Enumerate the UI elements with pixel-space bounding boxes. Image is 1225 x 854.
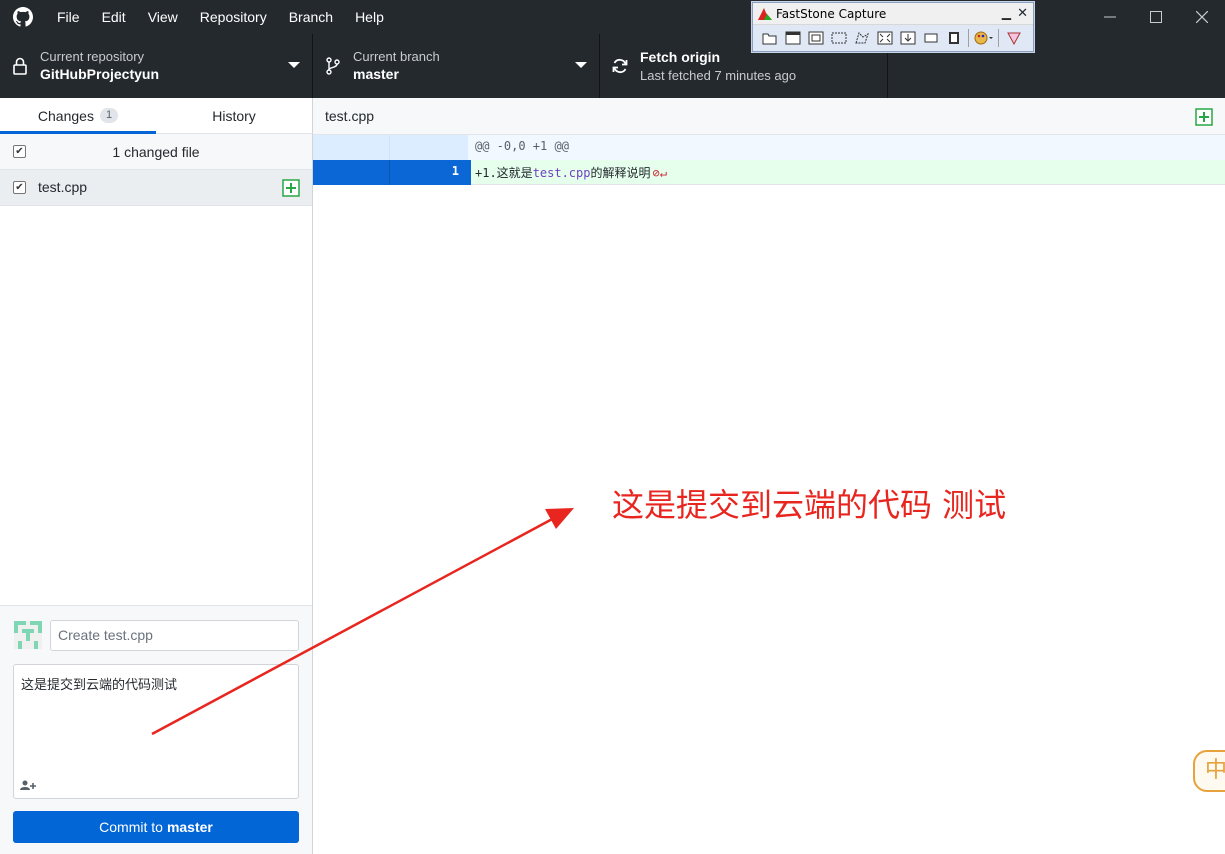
capture-fullscreen-icon[interactable] [873,28,896,48]
file-added-icon [282,179,300,197]
add-coauthor-icon[interactable] [20,780,36,790]
menu-repository[interactable]: Repository [189,0,278,34]
menu-edit[interactable]: Edit [91,0,137,34]
faststone-tools [753,24,1033,51]
title-bar: File Edit View Repository Branch Help [0,0,1225,34]
faststone-minimize-button[interactable]: ▁ [1002,6,1011,20]
commit-summary-input[interactable]: Create test.cpp [50,620,299,651]
menu-file[interactable]: File [46,0,91,34]
ime-indicator[interactable]: 中 [1193,750,1225,792]
capture-freehand-icon[interactable] [850,28,873,48]
branch-label: Current branch [353,49,440,64]
file-name: test.cpp [38,179,88,195]
file-include-checkbox[interactable]: ✔ [13,181,26,194]
tab-history[interactable]: History [156,98,312,133]
faststone-close-button[interactable]: ✕ [1017,5,1028,21]
diff-header: test.cpp [313,98,1225,135]
avatar [14,621,42,649]
repository-label: Current repository [40,49,145,64]
git-branch-icon [313,57,353,75]
screen-recorder-icon[interactable] [942,28,965,48]
minimize-window-button[interactable] [1087,0,1133,34]
maximize-window-button[interactable] [1133,0,1179,34]
menu-help[interactable]: Help [344,0,395,34]
current-branch-dropdown[interactable]: Current branch master [313,34,600,98]
maximize-icon [1150,11,1162,23]
faststone-title: FastStone Capture [776,6,887,21]
commit-button-branch: master [166,819,213,835]
changes-sidebar: Changes 1 History ✔ 1 changed file ✔ tes… [0,98,313,854]
no-newline-marker-icon: ⊘↵ [652,166,667,180]
capture-window-icon[interactable] [781,28,804,48]
file-list-item[interactable]: ✔ test.cpp [0,170,312,206]
commit-button[interactable]: Commit to master [13,811,299,843]
faststone-title-bar[interactable]: FastStone Capture ▁ ✕ [753,3,1033,24]
diff-view: test.cpp @@ -0,0 +1 @@ 1 +1.这就是test.cpp的… [313,98,1225,854]
added-line-text: +1.这就是test.cpp的解释说明 ⊘↵ [475,166,667,180]
file-added-icon [1195,108,1213,126]
window-controls [1087,0,1225,34]
commit-description-text: 这是提交到云端的代码测试 [21,678,178,693]
commit-description-input[interactable]: 这是提交到云端的代码测试 [13,664,299,799]
toolbar-separator [968,29,969,47]
branch-name: master [353,66,399,82]
chevron-down-icon [575,62,587,68]
diff-file-name: test.cpp [325,108,375,124]
lock-icon [0,57,40,75]
annotation-text: 这是提交到云端的代码 测试 [612,486,1007,524]
new-line-number: 1 [390,160,468,185]
capture-fixed-region-icon[interactable] [919,28,942,48]
github-logo-icon [0,0,46,34]
last-fetched-text: Last fetched 7 minutes ago [640,68,797,83]
diff-hunk-header: @@ -0,0 +1 @@ [313,135,1225,160]
select-all-checkbox[interactable]: ✔ [13,145,26,158]
minimize-icon [1104,16,1116,18]
current-repository-dropdown[interactable]: Current repository GitHubProjectyun [0,34,313,98]
sidebar-tabs: Changes 1 History [0,98,312,134]
faststone-logo-icon [758,7,772,20]
changed-files-header: ✔ 1 changed file [0,134,312,170]
menu-bar: File Edit View Repository Branch Help [46,0,395,34]
toolbar: Current repository GitHubProjectyun Curr… [0,34,1225,98]
hunk-header-text: @@ -0,0 +1 @@ [475,139,569,153]
chevron-down-icon [288,62,300,68]
tab-history-label: History [212,107,256,124]
tab-changes-label: Changes [37,107,94,124]
repository-name: GitHubProjectyun [40,66,160,82]
faststone-capture-window: FastStone Capture ▁ ✕ [752,2,1034,52]
capture-rectangle-icon[interactable] [827,28,850,48]
output-palette-icon[interactable] [972,28,995,48]
menu-view[interactable]: View [137,0,189,34]
commit-button-prefix: Commit to [99,819,163,835]
sync-icon [600,57,640,75]
toolbar-separator [998,29,999,47]
close-icon [1196,11,1208,23]
capture-object-icon[interactable] [804,28,827,48]
diff-added-line[interactable]: 1 +1.这就是test.cpp的解释说明 ⊘↵ [313,160,1225,185]
commit-panel: Create test.cpp 这是提交到云端的代码测试 Commit to m… [0,605,312,854]
close-window-button[interactable] [1179,0,1225,34]
changed-files-count: 1 changed file [112,143,200,160]
changes-count-badge: 1 [99,108,119,123]
settings-icon[interactable] [1002,28,1025,48]
capture-scrolling-icon[interactable] [896,28,919,48]
open-file-icon[interactable] [758,28,781,48]
tab-changes[interactable]: Changes 1 [0,98,156,134]
menu-branch[interactable]: Branch [278,0,344,34]
old-line-number [313,160,390,185]
